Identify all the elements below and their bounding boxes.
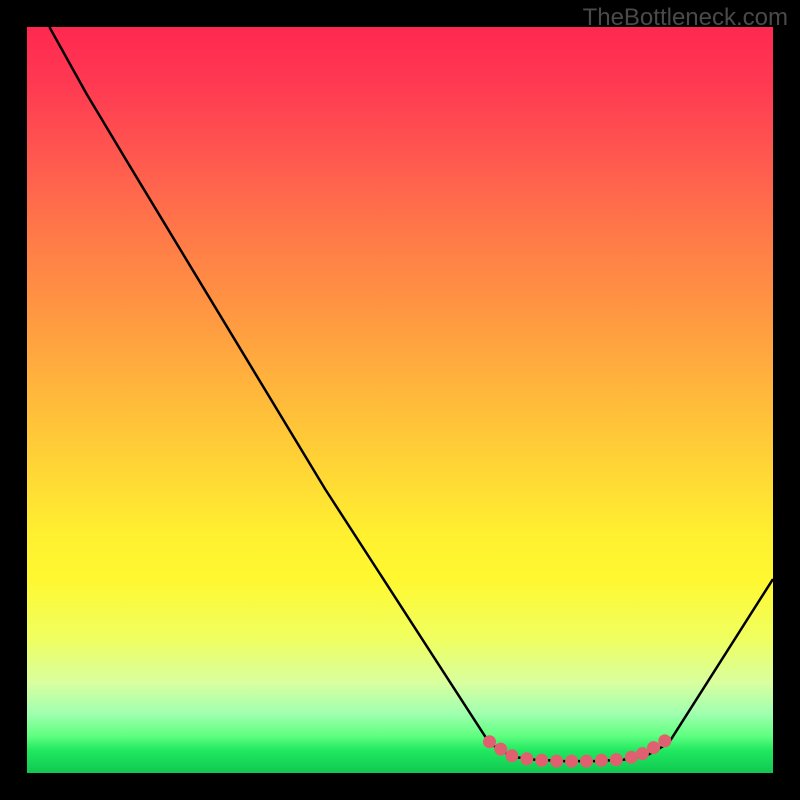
highlight-dots: [483, 734, 671, 767]
watermark-text: TheBottleneck.com: [583, 4, 788, 32]
chart-svg: [27, 27, 773, 773]
plot-area: [27, 27, 773, 773]
bottleneck-curve: [49, 27, 773, 761]
